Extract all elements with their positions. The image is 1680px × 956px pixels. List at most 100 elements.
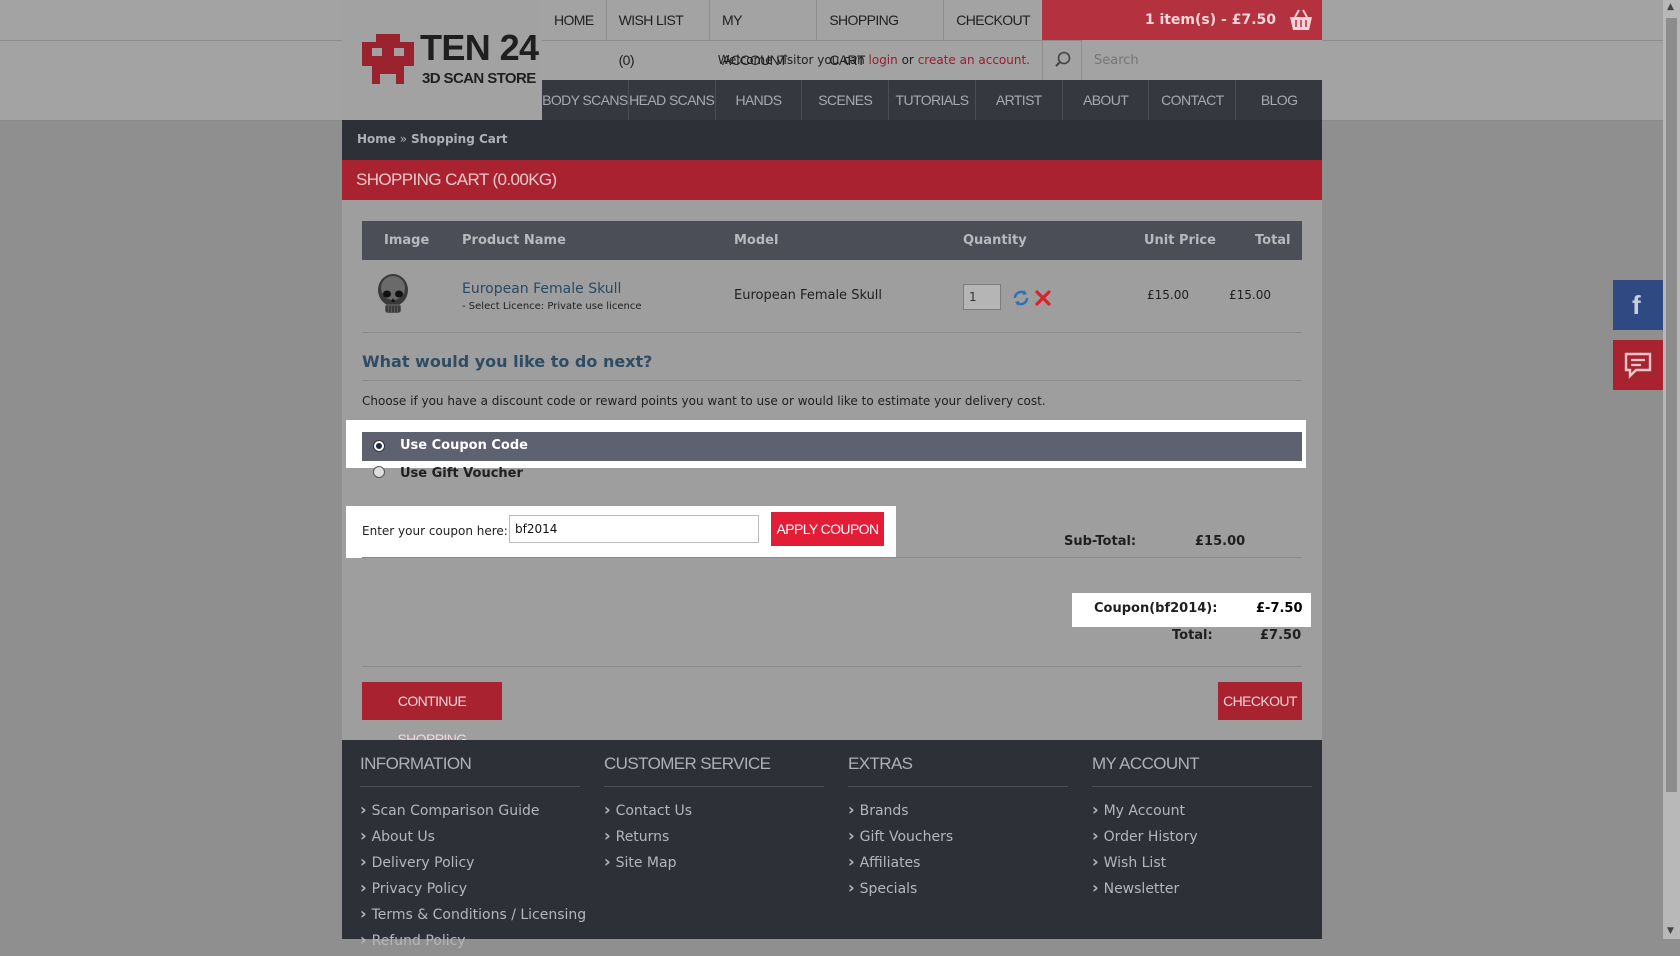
nav-tutorials[interactable]: TUTORIALS [889, 80, 976, 120]
footer-information-title: INFORMATION [360, 754, 472, 773]
footer-link[interactable]: Wish List [1092, 852, 1198, 878]
col-product-name: Product Name [462, 233, 566, 248]
voucher-option-label: Use Gift Voucher [400, 466, 523, 481]
footer-link[interactable]: Specials [848, 878, 953, 904]
scroll-up-arrow[interactable]: ▲ [1667, 2, 1674, 12]
table-row: European Female Skull - Select Licence: … [362, 260, 1302, 333]
coupon-radio[interactable] [373, 440, 385, 452]
col-quantity: Quantity [963, 233, 1027, 248]
top-nav-my-account[interactable]: MY ACCOUNT [710, 0, 818, 68]
nav-blog[interactable]: BLOG [1236, 80, 1322, 120]
footer-link[interactable]: Affiliates [848, 852, 953, 878]
nav-head-scans[interactable]: HEAD SCANS [629, 80, 716, 120]
nav-about[interactable]: ABOUT [1063, 80, 1150, 120]
col-model: Model [734, 233, 779, 248]
footer-link[interactable]: Site Map [604, 852, 692, 878]
nav-contact[interactable]: CONTACT [1149, 80, 1237, 120]
next-description: Choose if you have a discount code or re… [362, 394, 1046, 408]
refresh-icon[interactable] [1012, 289, 1030, 307]
breadcrumb-separator: » [399, 132, 408, 146]
footer-link[interactable]: About Us [360, 826, 586, 852]
footer-link[interactable]: Gift Vouchers [848, 826, 954, 852]
scroll-down-arrow[interactable]: ▼ [1667, 926, 1674, 936]
apply-coupon-button[interactable]: APPLY COUPON [771, 512, 884, 546]
col-total: Total [1255, 233, 1291, 248]
quantity-input[interactable] [963, 284, 1001, 310]
footer-link[interactable]: Newsletter [1092, 878, 1198, 904]
nav-artist-tools[interactable]: ARTIST TOOLS [976, 80, 1063, 148]
continue-shopping-button[interactable]: CONTINUE SHOPPING [362, 682, 502, 747]
logo-mark-icon [362, 34, 414, 84]
total-label: Total: [1172, 628, 1213, 643]
product-name-link[interactable]: European Female Skull [462, 281, 621, 297]
footer-my-account-title: MY ACCOUNT [1092, 754, 1200, 773]
main-nav: BODY SCANS HEAD SCANS HANDS SCENES TUTOR… [542, 80, 1322, 148]
nav-hands[interactable]: HANDS [716, 80, 803, 120]
mini-cart-summary: 1 item(s) - £7.50 [1144, 12, 1276, 28]
product-option: - Select Licence: Private use licence [462, 301, 642, 312]
facebook-icon: f [1632, 290, 1641, 320]
top-nav-shopping-cart[interactable]: SHOPPING CART [817, 0, 945, 68]
welcome-prefix: Welcome visitor you can [717, 53, 865, 67]
footer-link[interactable]: Contact Us [604, 800, 692, 826]
col-unit-price: Unit Price [1144, 233, 1216, 248]
top-nav-checkout[interactable]: CHECKOUT [944, 0, 1042, 40]
footer-link[interactable]: Order History [1092, 826, 1198, 852]
nav-scenes[interactable]: SCENES [802, 80, 890, 120]
footer-link[interactable]: Delivery Policy [360, 852, 586, 878]
top-nav: HOME WISH LIST (0) MY ACCOUNT SHOPPING C… [542, 0, 1042, 68]
create-account-link[interactable]: create an account. [918, 53, 1030, 67]
unit-price: £15.00 [1147, 288, 1189, 302]
coupon-discount-label: Coupon(bf2014): [1094, 601, 1218, 616]
welcome-or: or [901, 53, 914, 67]
product-model: European Female Skull [734, 288, 883, 303]
login-link[interactable]: login [869, 53, 898, 67]
footer-link[interactable]: My Account [1092, 800, 1198, 826]
coupon-option[interactable]: Use Coupon Code [362, 432, 1302, 461]
page-scrollbar[interactable]: ▲ ▼ [1663, 0, 1680, 939]
logo-subtitle: 3D SCAN STORE [422, 70, 536, 87]
subtotal-value: £15.00 [1195, 534, 1246, 549]
mini-cart[interactable]: 1 item(s) - £7.50 [1042, 0, 1322, 40]
logo-title: TEN 24 [420, 27, 539, 68]
coupon-option-label: Use Coupon Code [400, 438, 528, 453]
search-button[interactable] [1042, 40, 1082, 80]
footer-link[interactable]: Privacy Policy [360, 878, 586, 904]
footer-extras-title: EXTRAS [848, 754, 913, 773]
checkout-button[interactable]: CHECKOUT [1218, 682, 1302, 720]
coupon-input[interactable] [509, 515, 759, 543]
row-total: £15.00 [1229, 288, 1271, 302]
product-thumbnail[interactable] [376, 273, 410, 317]
cart-content: Image Product Name Model Quantity Unit P… [342, 200, 1322, 747]
coupon-field-label: Enter your coupon here: [362, 524, 508, 538]
total-value: £7.50 [1260, 628, 1302, 643]
page-title: SHOPPING CART (0.00KG) [342, 160, 1322, 200]
remove-icon[interactable] [1034, 289, 1052, 307]
divider [362, 557, 1302, 558]
top-nav-wish-list[interactable]: WISH LIST (0) [607, 0, 711, 68]
site-logo[interactable]: TEN 24 3D SCAN STORE [342, 0, 542, 120]
footer-link[interactable]: Brands [848, 800, 953, 826]
top-nav-home[interactable]: HOME [542, 0, 607, 40]
footer-link[interactable]: Scan Comparison Guide [360, 800, 586, 826]
footer-link[interactable]: Refund Policy [360, 930, 586, 956]
scrollbar-thumb[interactable] [1666, 18, 1677, 792]
voucher-radio[interactable] [373, 466, 385, 478]
facebook-button[interactable]: f [1613, 280, 1663, 330]
footer-link[interactable]: Returns [604, 826, 692, 852]
chat-button[interactable] [1613, 340, 1663, 390]
breadcrumb-home[interactable]: Home [357, 132, 396, 146]
footer: INFORMATION Scan Comparison Guide About … [342, 740, 1322, 949]
footer-link[interactable]: Terms & Conditions / Licensing [360, 904, 587, 930]
breadcrumb-current[interactable]: Shopping Cart [411, 132, 508, 146]
col-image: Image [384, 233, 430, 248]
divider [362, 666, 1302, 667]
nav-body-scans[interactable]: BODY SCANS [542, 80, 629, 120]
subtotal-label: Sub-Total: [1064, 534, 1137, 549]
search-icon [1055, 51, 1071, 67]
coupon-discount-value: £-7.50 [1256, 601, 1303, 616]
breadcrumb: Home » Shopping Cart [342, 120, 1322, 160]
chat-icon [1624, 352, 1652, 379]
search-input[interactable] [1082, 40, 1322, 80]
cart-table-header: Image Product Name Model Quantity Unit P… [362, 221, 1302, 260]
